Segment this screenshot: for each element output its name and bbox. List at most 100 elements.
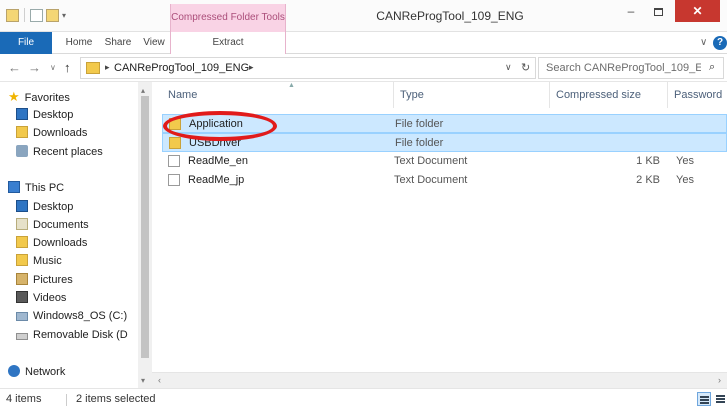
scroll-up-icon[interactable]: ▴ (141, 86, 145, 95)
quick-access-toolbar: ▾ (6, 8, 66, 22)
back-button[interactable]: ← (8, 60, 21, 75)
search-box[interactable]: Search CANReProgTool_109_E... ⌕ (538, 57, 724, 79)
scroll-down-icon[interactable]: ▾ (141, 376, 145, 385)
sidebar-item-label: Favorites (24, 92, 70, 104)
column-header-password[interactable]: Password p (668, 82, 727, 127)
tab-share[interactable]: Share (100, 32, 136, 54)
sidebar-item-network[interactable]: Network (8, 363, 65, 381)
text-document-icon (168, 155, 180, 167)
sidebar-item-pictures[interactable]: Pictures (16, 271, 73, 289)
desktop-icon (16, 108, 28, 120)
sidebar-item-favorites[interactable]: ★ Favorites (8, 88, 70, 106)
column-header-name[interactable]: ▲ Name (162, 82, 394, 108)
details-view-icon[interactable] (697, 392, 711, 406)
sidebar-item-label: Documents (33, 219, 89, 231)
toolbar-divider (24, 8, 25, 22)
file-type: File folder (395, 137, 444, 149)
column-header-type[interactable]: Type (394, 82, 550, 108)
forward-button[interactable]: → (28, 60, 41, 75)
breadcrumb-separator[interactable]: ▸ (105, 62, 110, 73)
sidebar-item-videos[interactable]: Videos (16, 289, 66, 307)
navigation-pane: ★ Favorites Desktop Downloads Recent plac… (0, 82, 152, 388)
removable-disk-icon (16, 333, 28, 340)
sidebar-item-windows8-os[interactable]: Windows8_OS (C:) (16, 307, 127, 325)
sidebar-item-this-pc[interactable]: This PC (8, 179, 64, 197)
scrollbar-thumb[interactable] (141, 96, 149, 358)
tab-home[interactable]: Home (60, 32, 98, 54)
recent-places-icon (16, 145, 28, 157)
file-type: Text Document (394, 155, 468, 167)
breadcrumb-separator[interactable]: ▸ (249, 62, 254, 73)
scroll-left-icon[interactable]: ‹ (158, 375, 161, 385)
videos-icon (16, 291, 28, 303)
tab-extract[interactable]: Extract (170, 32, 286, 54)
scroll-right-icon[interactable]: › (718, 375, 721, 385)
sidebar-item-music[interactable]: Music (16, 252, 62, 270)
table-row[interactable]: ReadMe_jp Text Document 2 KB Yes (162, 171, 727, 190)
selection-count: 2 items selected (76, 393, 156, 405)
folder-icon (86, 62, 100, 74)
sidebar-item-documents[interactable]: Documents (16, 216, 89, 234)
file-type: Text Document (394, 174, 468, 186)
address-bar[interactable]: ▸ CANReProgTool_109_ENG ▸ ∨ ↻ (80, 57, 536, 79)
folder-icon (169, 137, 181, 149)
sidebar-item-downloads[interactable]: Downloads (16, 124, 87, 142)
file-size: 1 KB (636, 155, 660, 167)
downloads-icon (16, 236, 28, 248)
downloads-icon (16, 126, 28, 138)
tab-view[interactable]: View (138, 32, 170, 54)
help-icon[interactable]: ? (713, 36, 727, 50)
file-name: ReadMe_en (188, 155, 248, 167)
sidebar-item-label: Recent places (33, 146, 103, 158)
computer-icon (8, 181, 20, 193)
network-icon (8, 365, 20, 377)
sidebar-item-removable-disk[interactable]: Removable Disk (D (16, 326, 128, 344)
tab-file[interactable]: File (0, 32, 52, 54)
sidebar-item-label: Desktop (33, 201, 74, 213)
maximize-button[interactable] (645, 0, 671, 22)
sidebar-item-label: Pictures (33, 274, 73, 286)
column-header-label: Name (168, 89, 198, 101)
star-icon: ★ (8, 89, 20, 104)
sidebar-item-label: This PC (25, 182, 65, 194)
expand-ribbon-icon[interactable]: ∨ (700, 32, 707, 54)
status-divider (66, 394, 67, 406)
music-icon (16, 254, 28, 266)
new-folder-icon[interactable] (46, 8, 59, 22)
status-bar: 4 items 2 items selected (0, 388, 727, 409)
large-icons-view-icon[interactable] (714, 392, 727, 406)
sidebar-item-desktop[interactable]: Desktop (16, 106, 73, 124)
sidebar-item-label: Network (25, 366, 66, 378)
address-dropdown-icon[interactable]: ∨ (505, 62, 512, 73)
file-size: 2 KB (636, 174, 660, 186)
ribbon-tabs: File Home Share View Extract ∨ ? (0, 32, 727, 54)
recent-locations-button[interactable]: ∨ (50, 63, 56, 72)
text-document-icon (168, 174, 180, 186)
file-name: ReadMe_jp (188, 174, 245, 186)
customize-toolbar-icon[interactable]: ▾ (62, 11, 66, 20)
search-placeholder[interactable]: Search CANReProgTool_109_E... (546, 62, 701, 74)
refresh-icon[interactable]: ↻ (521, 61, 530, 74)
column-header-compressed-size[interactable]: Compressed size (550, 82, 668, 108)
maximize-icon (653, 7, 663, 16)
up-button[interactable]: ↑ (64, 60, 71, 75)
horizontal-scrollbar[interactable]: ‹ › (152, 372, 727, 388)
table-row[interactable]: ReadMe_en Text Document 1 KB Yes (162, 152, 727, 171)
title-bar: ▾ Compressed Folder Tools CANReProgTool_… (0, 0, 727, 32)
search-icon[interactable]: ⌕ (709, 61, 715, 74)
highlight-circle (163, 111, 277, 141)
folder-icon[interactable] (6, 8, 19, 22)
sidebar-item-desktop-pc[interactable]: Desktop (16, 198, 73, 216)
address-row: ← → ∨ ↑ ▸ CANReProgTool_109_ENG ▸ ∨ ↻ Se… (0, 54, 727, 82)
file-type: File folder (395, 118, 444, 130)
window-title: CANReProgTool_109_ENG (376, 9, 524, 23)
sidebar-item-downloads-pc[interactable]: Downloads (16, 234, 87, 252)
close-button[interactable]: ✕ (675, 0, 720, 22)
sort-ascending-icon: ▲ (288, 82, 295, 89)
minimize-button[interactable]: – (618, 0, 644, 22)
properties-icon[interactable] (30, 8, 43, 22)
breadcrumb-current-folder[interactable]: CANReProgTool_109_ENG (114, 62, 249, 74)
sidebar-item-label: Desktop (33, 109, 74, 121)
item-count: 4 items (6, 393, 42, 405)
sidebar-item-recent-places[interactable]: Recent places (16, 143, 103, 161)
